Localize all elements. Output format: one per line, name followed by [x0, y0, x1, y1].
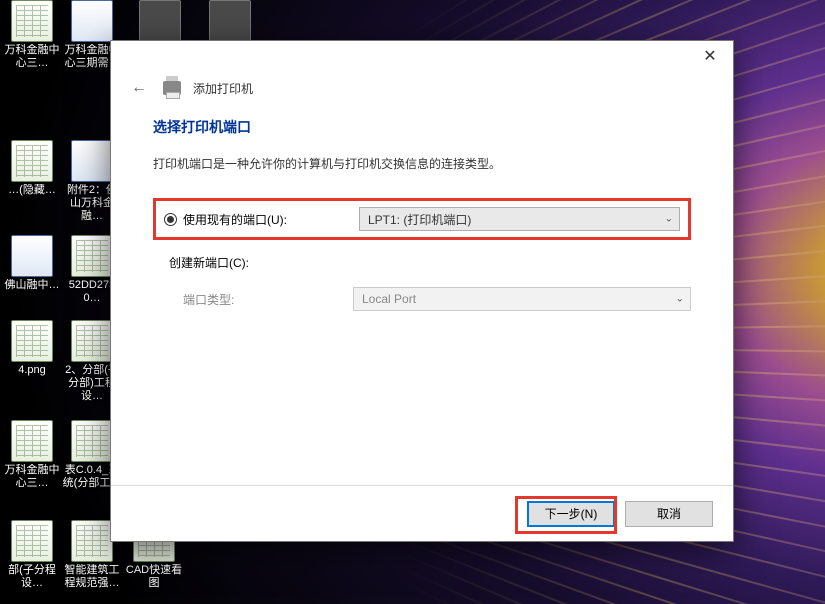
option-new-port-row: 创建新端口(C):: [163, 254, 691, 271]
desktop-icon-label: 部(子分程设…: [2, 564, 62, 590]
desktop-icon-label: CAD快速看图: [124, 564, 184, 590]
next-button[interactable]: 下一步(N): [527, 501, 615, 527]
dialog-content: 选择打印机端口 打印机端口是一种允许你的计算机与打印机交换信息的连接类型。 使用…: [111, 109, 733, 485]
desktop-icon[interactable]: 万科金融中心三…: [2, 420, 62, 490]
port-type-row: 端口类型: Local Port ⌄: [153, 287, 691, 311]
desktop-icon[interactable]: [130, 0, 190, 44]
dialog-title: 添加打印机: [193, 80, 253, 97]
file-icon: [11, 140, 53, 182]
dialog-header: ← 添加打印机: [111, 75, 733, 109]
desktop-icon[interactable]: 佛山融中…: [2, 235, 62, 292]
close-icon: ✕: [703, 46, 716, 66]
titlebar: ✕: [111, 41, 733, 75]
next-button-label: 下一步(N): [545, 505, 598, 522]
printer-icon: [163, 81, 181, 95]
add-printer-dialog: ✕ ← 添加打印机 选择打印机端口 打印机端口是一种允许你的计算机与打印机交换信…: [110, 40, 734, 542]
select-existing-value: LPT1: (打印机端口): [368, 211, 471, 228]
desktop-icon-label: 佛山融中…: [2, 279, 62, 292]
file-icon: [139, 0, 181, 42]
file-icon: [71, 140, 113, 182]
desktop-icon-label: 万科金融中心三…: [2, 44, 62, 70]
radio-existing-port[interactable]: [164, 213, 177, 226]
desktop-icon-label: 智能建筑工程规范强…: [62, 564, 122, 590]
desktop-icon-label: 万科金融中心三…: [2, 464, 62, 490]
desktop-icon[interactable]: 4.png: [2, 320, 62, 377]
file-icon: [71, 520, 113, 562]
file-icon: [71, 235, 113, 277]
select-port-type-value: Local Port: [362, 292, 416, 306]
chevron-down-icon: ⌄: [676, 294, 684, 305]
desktop-icon-label: 4.png: [2, 364, 62, 377]
file-icon: [209, 0, 251, 42]
file-icon: [71, 420, 113, 462]
label-existing-port: 使用现有的端口(U):: [183, 211, 353, 228]
cancel-button[interactable]: 取消: [625, 501, 713, 527]
file-icon: [11, 420, 53, 462]
file-icon: [11, 235, 53, 277]
close-button[interactable]: ✕: [687, 41, 733, 71]
file-icon: [11, 0, 53, 42]
desktop-icon-label: …(隐藏…: [2, 184, 62, 197]
chevron-down-icon: ⌄: [665, 214, 673, 225]
back-button[interactable]: ←: [127, 75, 151, 101]
file-icon: [71, 0, 113, 42]
label-port-type: 端口类型:: [153, 291, 353, 308]
dialog-footer: 下一步(N) 取消: [111, 485, 733, 541]
label-new-port: 创建新端口(C):: [169, 254, 249, 271]
option-existing-port-row: 使用现有的端口(U): LPT1: (打印机端口) ⌄: [164, 207, 680, 231]
back-arrow-icon: ←: [131, 79, 147, 96]
desktop-icon[interactable]: [200, 0, 260, 44]
select-existing-port[interactable]: LPT1: (打印机端口) ⌄: [359, 207, 680, 231]
cancel-button-label: 取消: [657, 505, 681, 522]
page-description: 打印机端口是一种允许你的计算机与打印机交换信息的连接类型。: [153, 155, 691, 172]
desktop-icon[interactable]: 万科金融中心三…: [2, 0, 62, 70]
highlight-existing-port: 使用现有的端口(U): LPT1: (打印机端口) ⌄: [153, 198, 691, 240]
page-title: 选择打印机端口: [153, 117, 691, 137]
desktop-icon[interactable]: 部(子分程设…: [2, 520, 62, 590]
file-icon: [11, 520, 53, 562]
file-icon: [11, 320, 53, 362]
select-port-type: Local Port ⌄: [353, 287, 691, 311]
file-icon: [71, 320, 113, 362]
desktop-icon[interactable]: …(隐藏…: [2, 140, 62, 197]
